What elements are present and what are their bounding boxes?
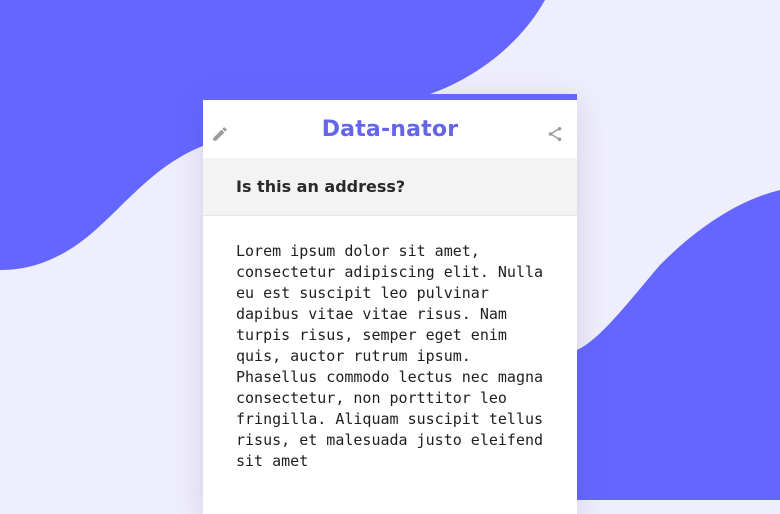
share-button[interactable] [545,126,565,146]
main-card: Data-nator Is this an address? Lorem ips… [203,94,577,514]
question-bar: Is this an address? [203,158,577,216]
share-icon [546,125,564,147]
app-title: Data-nator [321,116,459,142]
content-text: Lorem ipsum dolor sit amet, consectetur … [236,242,544,470]
question-label: Is this an address? [236,177,406,196]
pencil-icon [211,125,229,147]
edit-button[interactable] [210,126,230,146]
card-header: Data-nator [203,100,577,158]
